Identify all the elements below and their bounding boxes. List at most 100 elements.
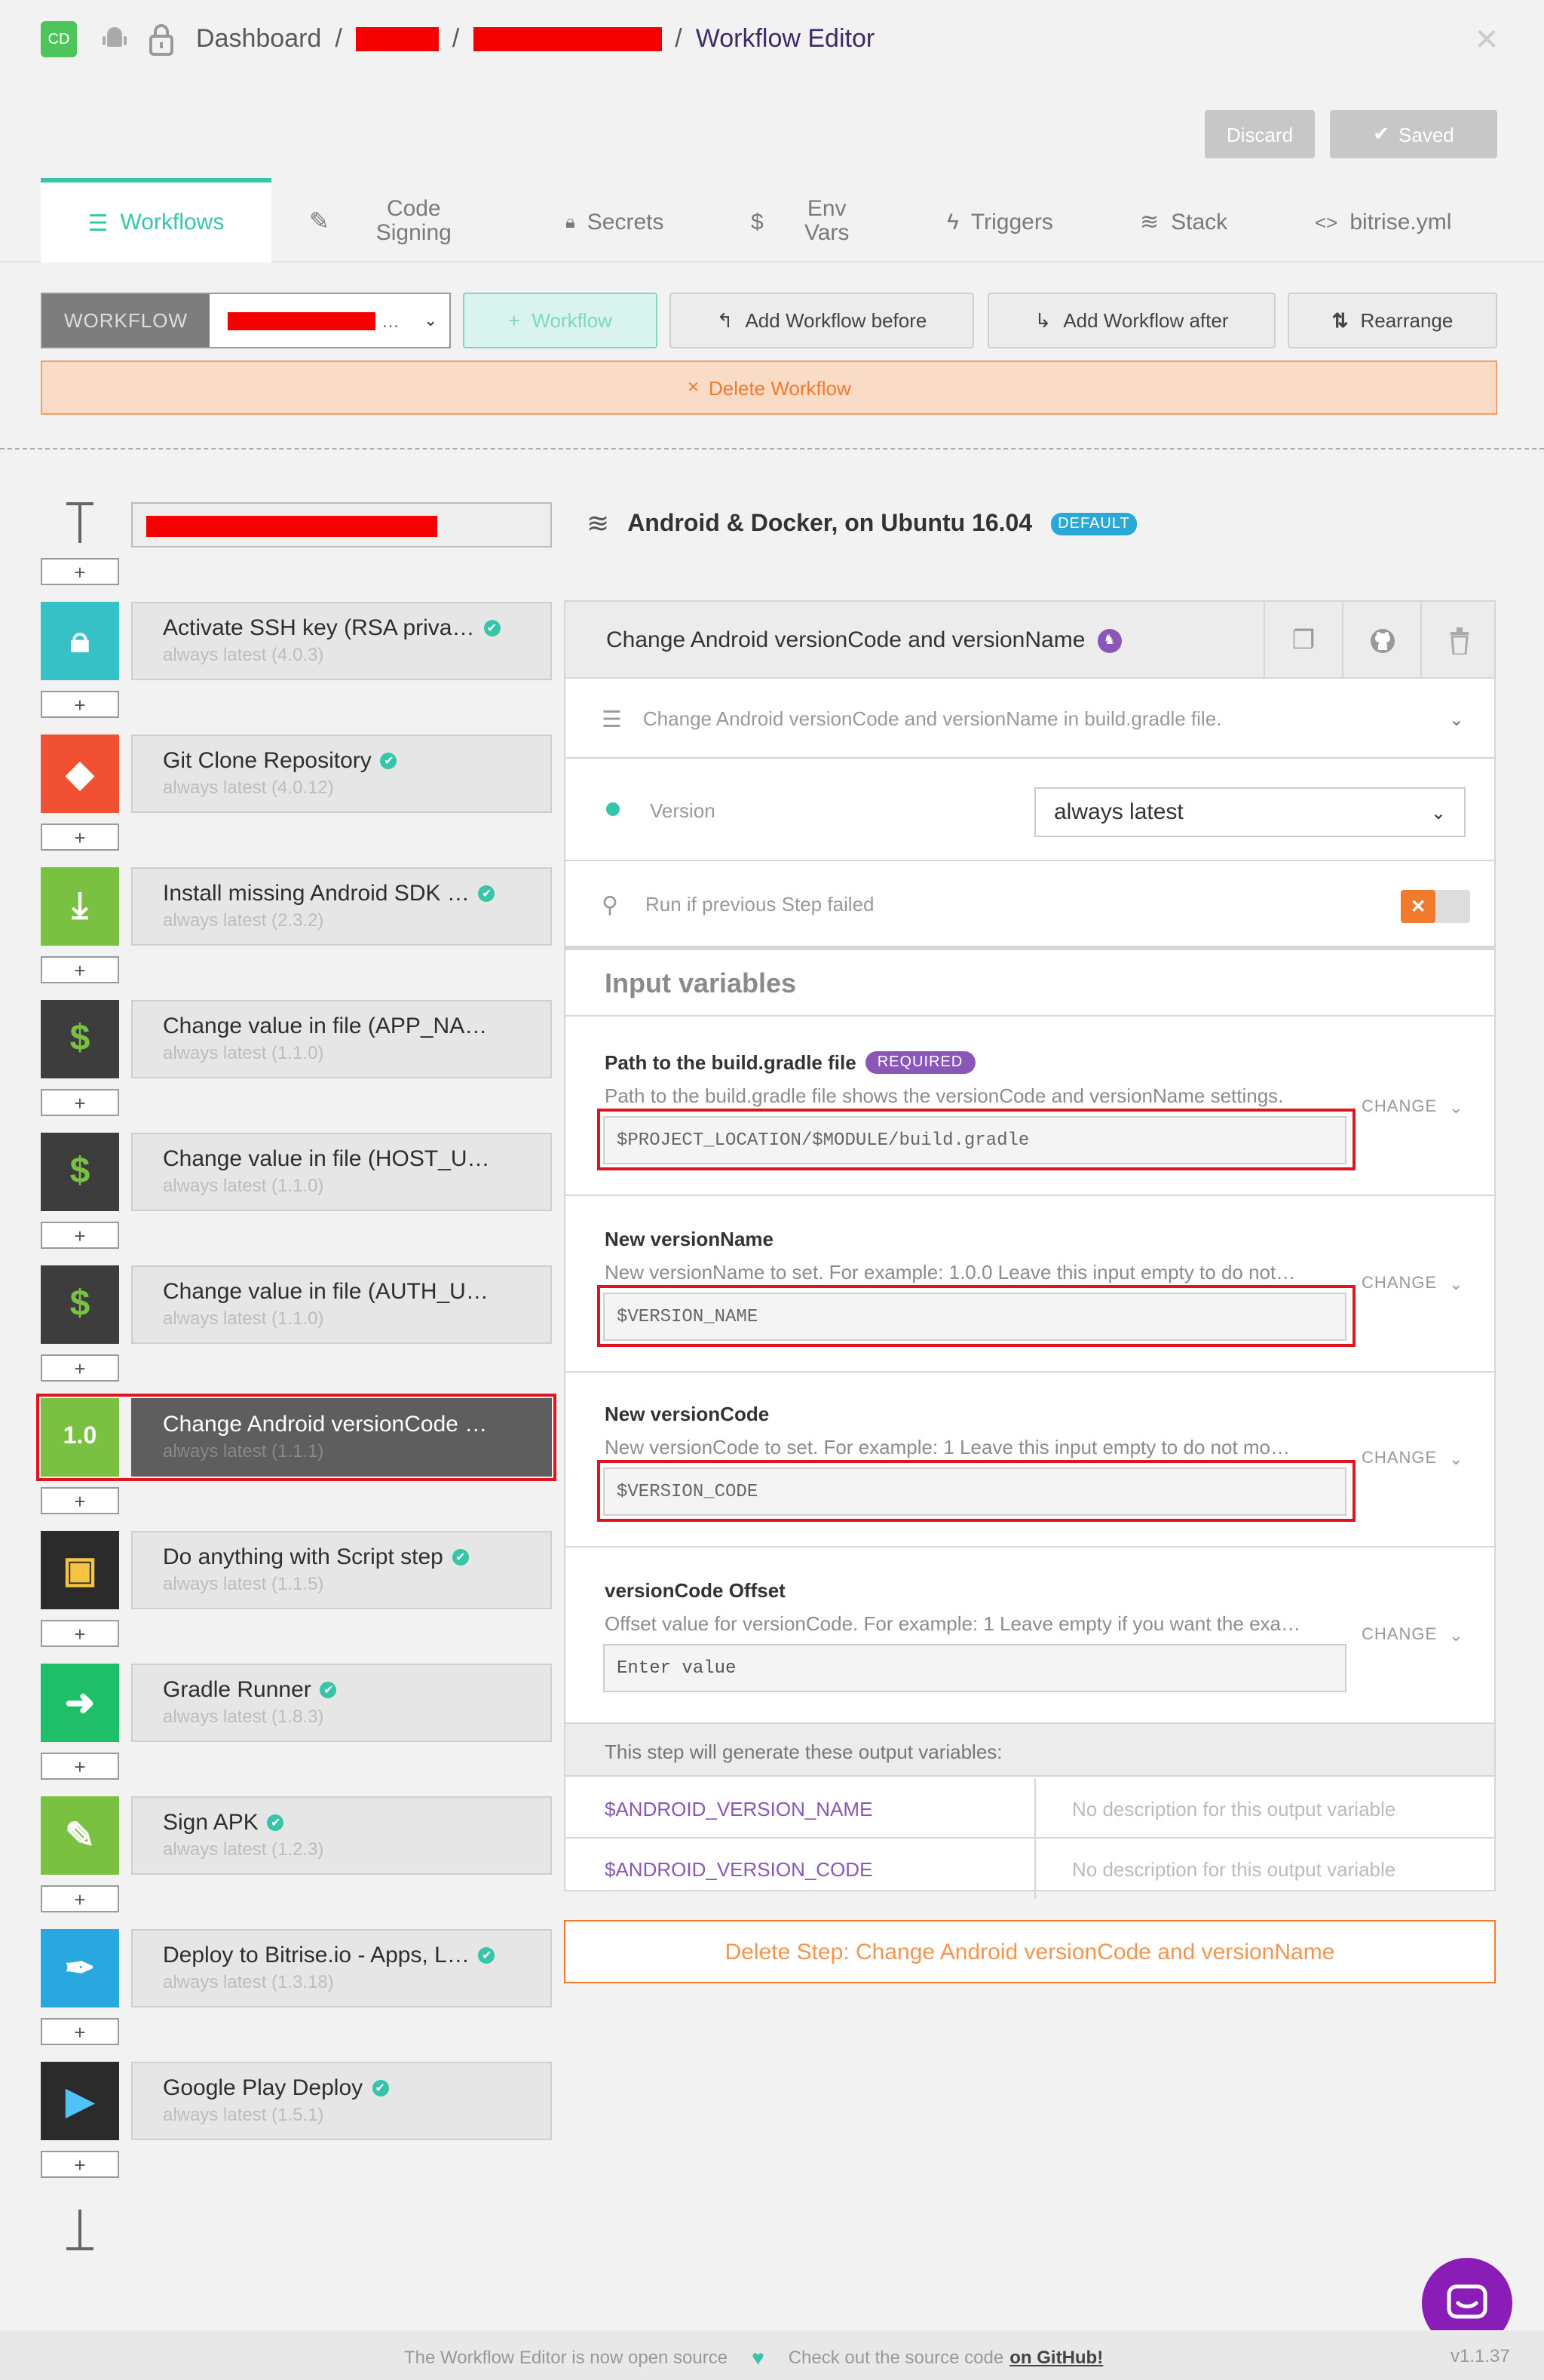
- highlight-box: [36, 1394, 556, 1481]
- add-workflow-button[interactable]: + Workflow: [463, 293, 657, 348]
- timeline-end-cap: [66, 2247, 93, 2250]
- input-description: Path to the build.gradle file shows the …: [605, 1084, 1284, 1107]
- add-workflow-before-button[interactable]: ↰ Add Workflow before: [669, 293, 974, 348]
- workflow-step-item[interactable]: Activate SSH key (RSA priva… ✔ always late…: [131, 602, 552, 680]
- rearrange-button[interactable]: ⇅ Rearrange: [1288, 293, 1497, 348]
- close-icon[interactable]: ✕: [1472, 23, 1502, 57]
- workflow-selector[interactable]: WORKFLOW … ⌄: [41, 293, 451, 348]
- trash-icon[interactable]: [1420, 602, 1496, 679]
- workflow-step-item[interactable]: Change value in file (APP_NA…always late…: [131, 1000, 552, 1078]
- feather-icon: ✒: [41, 1929, 119, 2007]
- lock-icon: 🔒︎: [565, 210, 575, 232]
- page-title: Workflow Editor: [695, 24, 875, 53]
- change-button[interactable]: CHANGE ⌄: [1362, 1449, 1464, 1469]
- workflow-step-item[interactable]: Do anything with Script step ✔ always late…: [131, 1531, 552, 1609]
- change-button[interactable]: CHANGE ⌄: [1362, 1274, 1464, 1294]
- tab-stack[interactable]: ≋ Stack: [1140, 181, 1227, 262]
- step-version: always latest (4.0.3): [163, 644, 324, 665]
- chevron-down-icon: ⌄: [1449, 1451, 1464, 1469]
- redacted-app: [473, 27, 662, 51]
- version-code-offset-input[interactable]: Enter value: [603, 1644, 1346, 1692]
- tab-code-signing[interactable]: ✎ Code Signing: [309, 181, 459, 262]
- code-icon: <>: [1315, 210, 1338, 233]
- tab-env-vars[interactable]: $ Env Vars: [751, 181, 857, 262]
- swap-icon: ⇅: [1331, 308, 1349, 331]
- add-step-button[interactable]: +: [41, 823, 119, 851]
- workflow-step-item[interactable]: Change value in file (AUTH_U… always late…: [131, 1265, 552, 1344]
- add-step-button[interactable]: +: [41, 1885, 119, 1912]
- add-step-button[interactable]: +: [41, 1487, 119, 1514]
- workflow-step-item[interactable]: Gradle Runner ✔ always latest (1.8.3): [131, 1664, 552, 1742]
- step-name: Gradle Runner: [163, 1677, 311, 1703]
- input-build-gradle-title: Path to the build.gradle file REQUIRED: [605, 1051, 976, 1074]
- branch-icon: ⚲: [602, 892, 618, 918]
- add-step-button[interactable]: +: [41, 2151, 119, 2178]
- script-icon: ▣: [41, 1531, 119, 1609]
- add-step-button[interactable]: +: [41, 956, 119, 983]
- add-step-button[interactable]: +: [41, 1089, 119, 1116]
- layers-icon: ≋: [587, 508, 610, 538]
- workflow-step-item[interactable]: Change value in file (HOST_U… always late…: [131, 1133, 552, 1211]
- stack-info: ≋ Android & Docker, on Ubuntu 16.04 DEFA…: [587, 508, 1138, 540]
- discard-button[interactable]: Discard: [1205, 110, 1315, 158]
- add-step-button[interactable]: +: [41, 1222, 119, 1249]
- input-version-code-offset-title: versionCode Offset: [605, 1579, 786, 1602]
- footer-check-source: Check out the source code: [788, 2347, 1004, 2368]
- clone-step-icon[interactable]: ❐: [1264, 602, 1342, 679]
- delete-step-button[interactable]: Delete Step: Change Android versionCode …: [564, 1920, 1496, 1983]
- saved-button[interactable]: ✔ Saved: [1330, 110, 1497, 158]
- output-variable-name[interactable]: $ANDROID_VERSION_NAME: [605, 1798, 872, 1820]
- add-step-button[interactable]: +: [41, 1354, 119, 1382]
- dollar-icon: $: [41, 1265, 119, 1344]
- verified-icon: ✔: [267, 1814, 284, 1831]
- version-select[interactable]: always latest ⌄: [1034, 787, 1466, 837]
- add-step-button[interactable]: +: [41, 558, 119, 585]
- tab-bitrise-yml[interactable]: <> bitrise.yml: [1315, 181, 1451, 262]
- add-step-button[interactable]: +: [41, 1620, 119, 1647]
- add-step-button[interactable]: +: [41, 691, 119, 718]
- add-step-button[interactable]: +: [41, 1753, 119, 1780]
- workflow-step-item[interactable]: Sign APK ✔ always latest (1.2.3): [131, 1796, 552, 1875]
- step-name: Change value in file (APP_NA…: [163, 1014, 488, 1039]
- workflow-select-value: … ⌄: [210, 294, 449, 347]
- change-button[interactable]: CHANGE ⌄: [1362, 1098, 1464, 1118]
- input-description: New versionCode to set. For example: 1 L…: [605, 1436, 1291, 1458]
- workflow-name-input[interactable]: [131, 502, 552, 547]
- github-link[interactable]: on GitHub!: [1009, 2347, 1103, 2368]
- add-workflow-after-button[interactable]: ↳ Add Workflow after: [988, 293, 1276, 348]
- add-step-button[interactable]: +: [41, 2018, 119, 2045]
- tab-label: Secrets: [587, 209, 664, 235]
- tab-label: Triggers: [970, 209, 1053, 235]
- tab-workflows[interactable]: ☰ Workflows: [41, 178, 271, 262]
- chevron-down-icon: ⌄: [1448, 708, 1464, 729]
- highlight-box: [597, 1285, 1356, 1347]
- git-icon: ◆: [41, 735, 119, 813]
- change-button[interactable]: CHANGE ⌄: [1362, 1626, 1464, 1645]
- breadcrumb-dashboard[interactable]: Dashboard: [196, 24, 321, 54]
- workflow-step-item[interactable]: Install missing Android SDK … ✔ always lat…: [131, 867, 552, 946]
- output-variable-name[interactable]: $ANDROID_VERSION_CODE: [605, 1858, 872, 1881]
- tab-label: bitrise.yml: [1349, 209, 1452, 235]
- verified-icon: ✔: [478, 885, 495, 902]
- community-icon: ♞: [1097, 628, 1122, 652]
- user-avatar[interactable]: CD: [41, 21, 77, 57]
- gradle-icon: ➜: [41, 1664, 119, 1742]
- run-if-failed-row: ⚲ Run if previous Step failed: [565, 863, 1494, 950]
- step-summary[interactable]: ☰ Change Android versionCode and version…: [565, 680, 1494, 759]
- footer-text: The Workflow Editor is now open source ♥…: [404, 2345, 1103, 2369]
- workflow-step-item[interactable]: Google Play Deploy ✔ always latest (1.5.1): [131, 2062, 552, 2140]
- verified-icon: ✔: [452, 1549, 469, 1566]
- step-title-text: Change Android versionCode and versionNa…: [606, 627, 1086, 653]
- workflow-step-item[interactable]: Git Clone Repository ✔ always latest (4.0.…: [131, 735, 552, 813]
- workflow-step-item[interactable]: Deploy to Bitrise.io - Apps, L… ✔ always l…: [131, 1929, 552, 2007]
- tab-secrets[interactable]: 🔒︎ Secrets: [565, 181, 664, 262]
- delete-workflow-button[interactable]: ✕ Delete Workflow: [41, 360, 1497, 415]
- step-version: always latest (1.1.0): [163, 1042, 324, 1063]
- step-version: always latest (2.3.2): [163, 909, 324, 931]
- redacted-org: [355, 27, 439, 51]
- tab-triggers[interactable]: ϟ Triggers: [947, 181, 1053, 262]
- outputs-header: This step will generate these output var…: [565, 1722, 1494, 1777]
- github-icon[interactable]: [1342, 602, 1420, 679]
- app-version: v1.1.37: [1451, 2345, 1510, 2366]
- run-if-failed-toggle[interactable]: ✕: [1401, 890, 1470, 923]
